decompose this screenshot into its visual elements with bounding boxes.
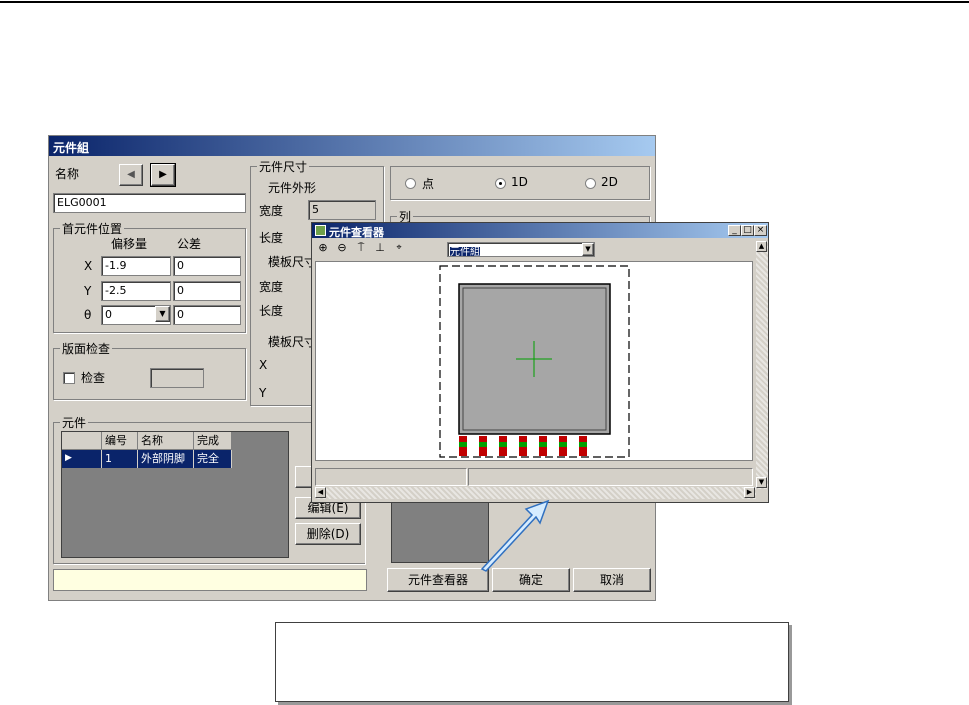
x-tolerance-field[interactable]: 0	[173, 256, 241, 276]
status-pane-1	[315, 468, 467, 486]
mode-1d-radio[interactable]	[495, 178, 506, 189]
viewer-title-bar[interactable]: 元件查看器 _ □ ×	[312, 223, 768, 239]
scroll-right-icon[interactable]: ▶	[744, 487, 755, 498]
scroll-left-icon[interactable]: ◀	[315, 487, 326, 498]
check-value-field	[150, 368, 204, 388]
next-button[interactable]: ▶	[150, 163, 176, 187]
parts-group-title: 元件	[60, 414, 89, 431]
viewer-dropdown-value: 元件組	[450, 247, 480, 257]
x-axis-label: X	[84, 259, 93, 273]
name-label: 名称	[55, 167, 80, 181]
pad-center	[519, 442, 527, 447]
check-checkbox[interactable]	[63, 372, 75, 384]
filter-icon[interactable]: ⍑	[354, 241, 368, 255]
component-drawing	[439, 265, 630, 458]
template-y-label: Y	[259, 386, 267, 400]
theta-select-value: 0	[105, 308, 112, 321]
pad-center	[539, 442, 547, 447]
status-pane-2	[468, 468, 753, 486]
template-width-label: 宽度	[259, 280, 284, 294]
zoom-in-icon[interactable]: ⊕	[316, 241, 330, 255]
scroll-up-icon[interactable]: ▲	[756, 241, 767, 252]
caption-box	[275, 622, 789, 702]
message-bar	[53, 569, 367, 591]
mode-point-radio[interactable]	[405, 178, 416, 189]
cancel-button[interactable]: 取消	[573, 568, 651, 592]
pad-center	[559, 442, 567, 447]
mode-group: 点 1D 2D	[390, 166, 650, 200]
parts-table[interactable]: 编号 名称 完成 ▶ 1 外部阴脚 完全	[61, 431, 289, 558]
top-rule	[0, 1, 969, 3]
y-offset-field[interactable]: -2.5	[101, 281, 171, 301]
scroll-down-icon[interactable]: ▼	[756, 477, 767, 488]
board-check-title: 版面检查	[60, 340, 113, 357]
pad-center	[579, 442, 587, 447]
left-arrow-icon: ◀	[127, 169, 135, 180]
pad-center	[499, 442, 507, 447]
dialog-title: 元件組	[53, 141, 90, 155]
table-header-done[interactable]: 完成	[194, 432, 232, 450]
mode-2d-radio[interactable]	[585, 178, 596, 189]
first-position-group: 首元件位置 偏移量 公差 X -1.9 0 Y -2.5 0 θ 0 ▼ 0	[53, 220, 246, 333]
table-header-blank	[62, 432, 102, 450]
theta-axis-label: θ	[84, 308, 92, 322]
table-header-number[interactable]: 编号	[102, 432, 138, 450]
table-cell-name[interactable]: 外部阴脚	[138, 450, 194, 468]
right-arrow-icon: ▶	[159, 169, 167, 180]
mode-1d-label: 1D	[511, 175, 528, 189]
chevron-down-icon[interactable]: ▼	[582, 243, 594, 256]
mode-2d-label: 2D	[601, 175, 618, 189]
name-field[interactable]: ELG0001	[53, 193, 246, 213]
anchor-icon[interactable]: ⊥	[373, 241, 387, 255]
vertical-scrollbar[interactable]: ▲ ▼	[756, 241, 768, 489]
width-label: 宽度	[259, 204, 284, 218]
component-viewer-window: 元件查看器 _ □ × ⊕ ⊖ ⍑ ⊥ ⌖ 元件組 ▼ ▲ ▼ ◀ ▶	[311, 222, 769, 503]
callout-arrow	[480, 499, 550, 572]
table-cell-done[interactable]: 完全	[194, 450, 232, 468]
outline-label: 元件外形	[268, 181, 317, 195]
theta-tolerance-field[interactable]: 0	[173, 305, 241, 325]
minimize-icon[interactable]: _	[728, 225, 741, 236]
maximize-icon[interactable]: □	[741, 225, 754, 236]
width-field: 5	[308, 200, 376, 220]
theta-select[interactable]: 0 ▼	[101, 305, 171, 325]
chevron-down-icon[interactable]: ▼	[155, 306, 170, 322]
app-icon	[315, 225, 326, 236]
viewer-canvas[interactable]	[315, 261, 753, 461]
check-label: 检查	[81, 371, 106, 385]
pad-center	[459, 442, 467, 447]
dialog-title-bar[interactable]: 元件組	[49, 136, 655, 156]
viewer-dropdown[interactable]: 元件組 ▼	[447, 242, 595, 257]
mode-point-label: 点	[422, 177, 435, 191]
template-size-label-2: 模板尺寸	[268, 335, 317, 349]
component-size-title: 元件尺寸	[257, 158, 310, 175]
x-offset-field[interactable]: -1.9	[101, 256, 171, 276]
y-axis-label: Y	[84, 284, 92, 298]
table-cell-number[interactable]: 1	[102, 450, 138, 468]
template-x-label: X	[259, 358, 268, 372]
template-size-label: 模板尺寸	[268, 255, 317, 269]
delete-button[interactable]: 删除(D)	[295, 523, 361, 545]
pad-center	[479, 442, 487, 447]
row-pointer-icon: ▶	[62, 450, 102, 468]
zoom-fit-icon[interactable]: ⌖	[392, 241, 406, 255]
length-label: 长度	[259, 231, 284, 245]
zoom-out-icon[interactable]: ⊖	[335, 241, 349, 255]
template-length-label: 长度	[259, 304, 284, 318]
offset-header: 偏移量	[111, 237, 148, 251]
table-header-name[interactable]: 名称	[138, 432, 194, 450]
viewer-title: 元件查看器	[329, 226, 384, 239]
close-icon[interactable]: ×	[754, 225, 767, 236]
board-check-group: 版面检查 检查	[53, 340, 246, 400]
tolerance-header: 公差	[177, 237, 202, 251]
y-tolerance-field[interactable]: 0	[173, 281, 241, 301]
prev-button[interactable]: ◀	[119, 164, 143, 186]
pad-row	[459, 436, 587, 456]
